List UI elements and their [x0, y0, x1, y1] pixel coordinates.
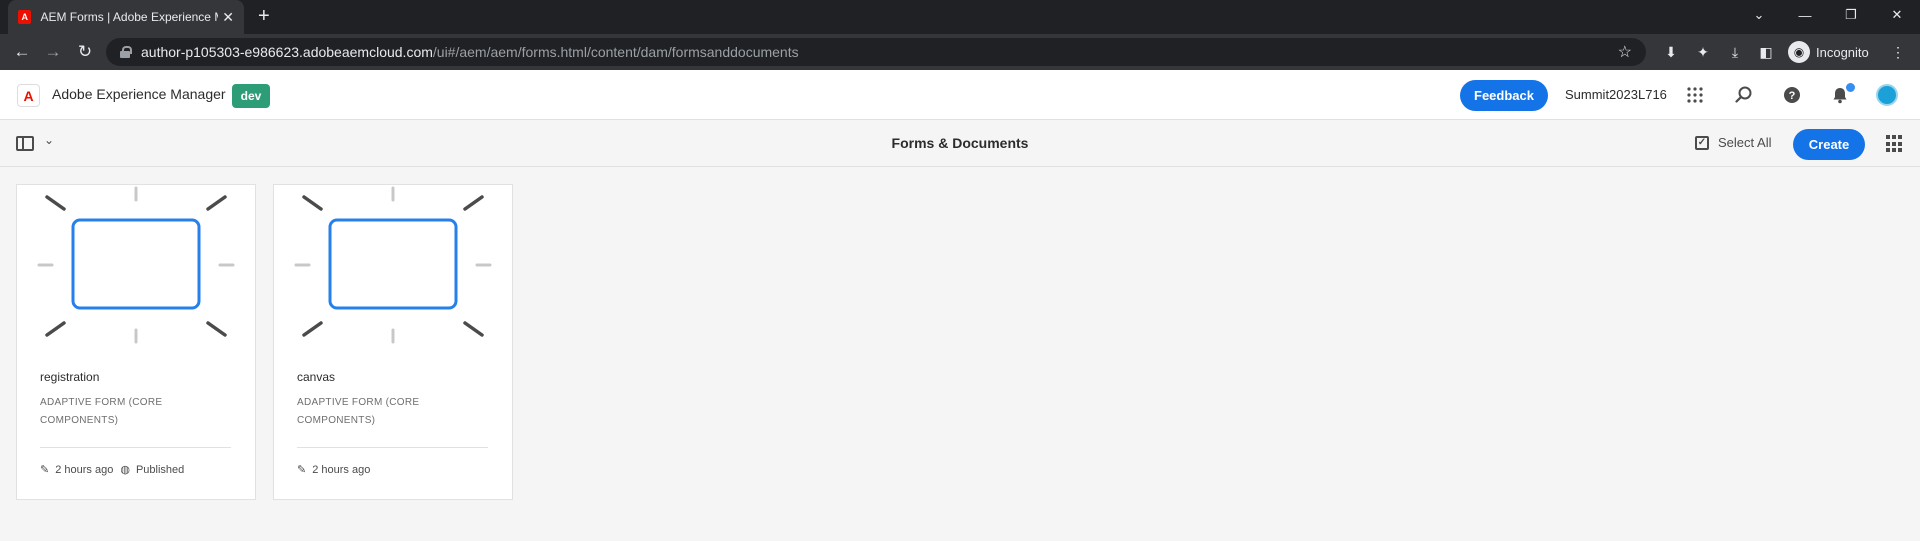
- adobe-logo-icon[interactable]: A: [17, 84, 40, 107]
- extension-download-icon[interactable]: ⬇: [1661, 42, 1681, 62]
- adaptive-form-thumbnail-icon: [37, 186, 235, 344]
- adobe-favicon-icon: A: [18, 10, 32, 24]
- card-title: registration: [40, 370, 100, 384]
- incognito-icon: ◉: [1788, 41, 1810, 63]
- reload-icon[interactable]: ↻: [73, 40, 97, 64]
- back-icon[interactable]: ←: [10, 40, 34, 64]
- feedback-button[interactable]: Feedback: [1460, 80, 1548, 111]
- browser-tab[interactable]: A AEM Forms | Adobe Experience Manager ✕: [8, 0, 244, 34]
- forward-icon[interactable]: →: [41, 40, 65, 64]
- bookmark-star-icon[interactable]: ☆: [1618, 42, 1632, 62]
- notification-badge: [1845, 82, 1856, 93]
- form-card[interactable]: registration ADAPTIVE FORM (CORE COMPONE…: [16, 184, 256, 500]
- card-title: canvas: [297, 370, 336, 384]
- close-tab-icon[interactable]: ✕: [222, 9, 234, 26]
- view-switcher-grid-icon[interactable]: [1886, 135, 1904, 153]
- product-name[interactable]: Adobe Experience Manager: [52, 86, 226, 102]
- select-all-button[interactable]: ✓ Select All: [1695, 135, 1771, 150]
- published-status: ◍ Published: [120, 463, 185, 477]
- incognito-label: Incognito: [1816, 44, 1869, 60]
- card-meta: ✎ 2 hours ago ◍ Published: [40, 463, 185, 477]
- minimize-icon[interactable]: —: [1782, 0, 1828, 30]
- org-switcher[interactable]: Summit2023L716: [1565, 87, 1667, 102]
- close-window-icon[interactable]: ✕: [1874, 0, 1920, 30]
- restore-icon[interactable]: ❐: [1828, 0, 1874, 30]
- checkbox-icon: ✓: [1695, 135, 1709, 150]
- edit-pencil-icon: ✎: [297, 464, 307, 476]
- page-title: Forms & Documents: [891, 135, 1029, 151]
- adaptive-form-thumbnail-icon: [294, 186, 492, 344]
- extensions-puzzle-icon[interactable]: ✦: [1693, 42, 1713, 62]
- aem-header: A Adobe Experience Manager dev Feedback …: [0, 70, 1920, 120]
- new-tab-icon[interactable]: +: [258, 4, 270, 28]
- browser-tabstrip: A AEM Forms | Adobe Experience Manager ✕…: [0, 0, 1920, 34]
- status-label: Published: [135, 463, 185, 476]
- search-icon[interactable]: [1733, 84, 1755, 106]
- url-path: /ui#/aem/aem/forms.html/content/dam/form…: [432, 44, 799, 60]
- modified-time: 2 hours ago: [312, 463, 371, 476]
- lock-icon: [120, 46, 132, 58]
- tab-search-icon[interactable]: ⌄: [1736, 0, 1782, 30]
- card-meta: ✎ 2 hours ago: [297, 463, 371, 477]
- downloads-icon[interactable]: ⤓: [1725, 42, 1745, 62]
- apps-grid-icon[interactable]: [1684, 84, 1706, 106]
- browser-menu-icon[interactable]: ⋮: [1888, 42, 1908, 62]
- address-bar[interactable]: author-p105303-e986623.adobeaemcloud.com…: [106, 38, 1646, 66]
- user-avatar[interactable]: [1876, 84, 1898, 106]
- card-divider: [40, 447, 231, 448]
- modified-time: 2 hours ago: [55, 463, 114, 476]
- browser-toolbar: ← → ↻ author-p105303-e986623.adobeaemclo…: [0, 34, 1920, 70]
- card-type: ADAPTIVE FORM (CORE COMPONENTS): [297, 397, 420, 426]
- url-host: author-p105303-e986623.adobeaemcloud.com: [141, 44, 433, 60]
- svg-text:?: ?: [1789, 90, 1796, 102]
- select-all-label: Select All: [1718, 135, 1772, 150]
- tab-title: AEM Forms | Adobe Experience Manager: [40, 10, 218, 24]
- create-button[interactable]: Create: [1793, 129, 1865, 160]
- incognito-profile[interactable]: ◉ Incognito: [1788, 39, 1869, 65]
- card-type: ADAPTIVE FORM (CORE COMPONENTS): [40, 397, 163, 426]
- form-card[interactable]: canvas ADAPTIVE FORM (CORE COMPONENTS) ✎…: [273, 184, 513, 500]
- card-divider: [297, 447, 488, 448]
- action-bar: ⌄ Forms & Documents ✓ Select All Create: [0, 121, 1920, 167]
- edit-pencil-icon: ✎: [40, 464, 50, 476]
- help-icon[interactable]: ?: [1781, 84, 1803, 106]
- environment-badge: dev: [232, 84, 270, 108]
- globe-publish-icon: ◍: [120, 464, 130, 476]
- side-panel-icon[interactable]: ◧: [1756, 42, 1776, 62]
